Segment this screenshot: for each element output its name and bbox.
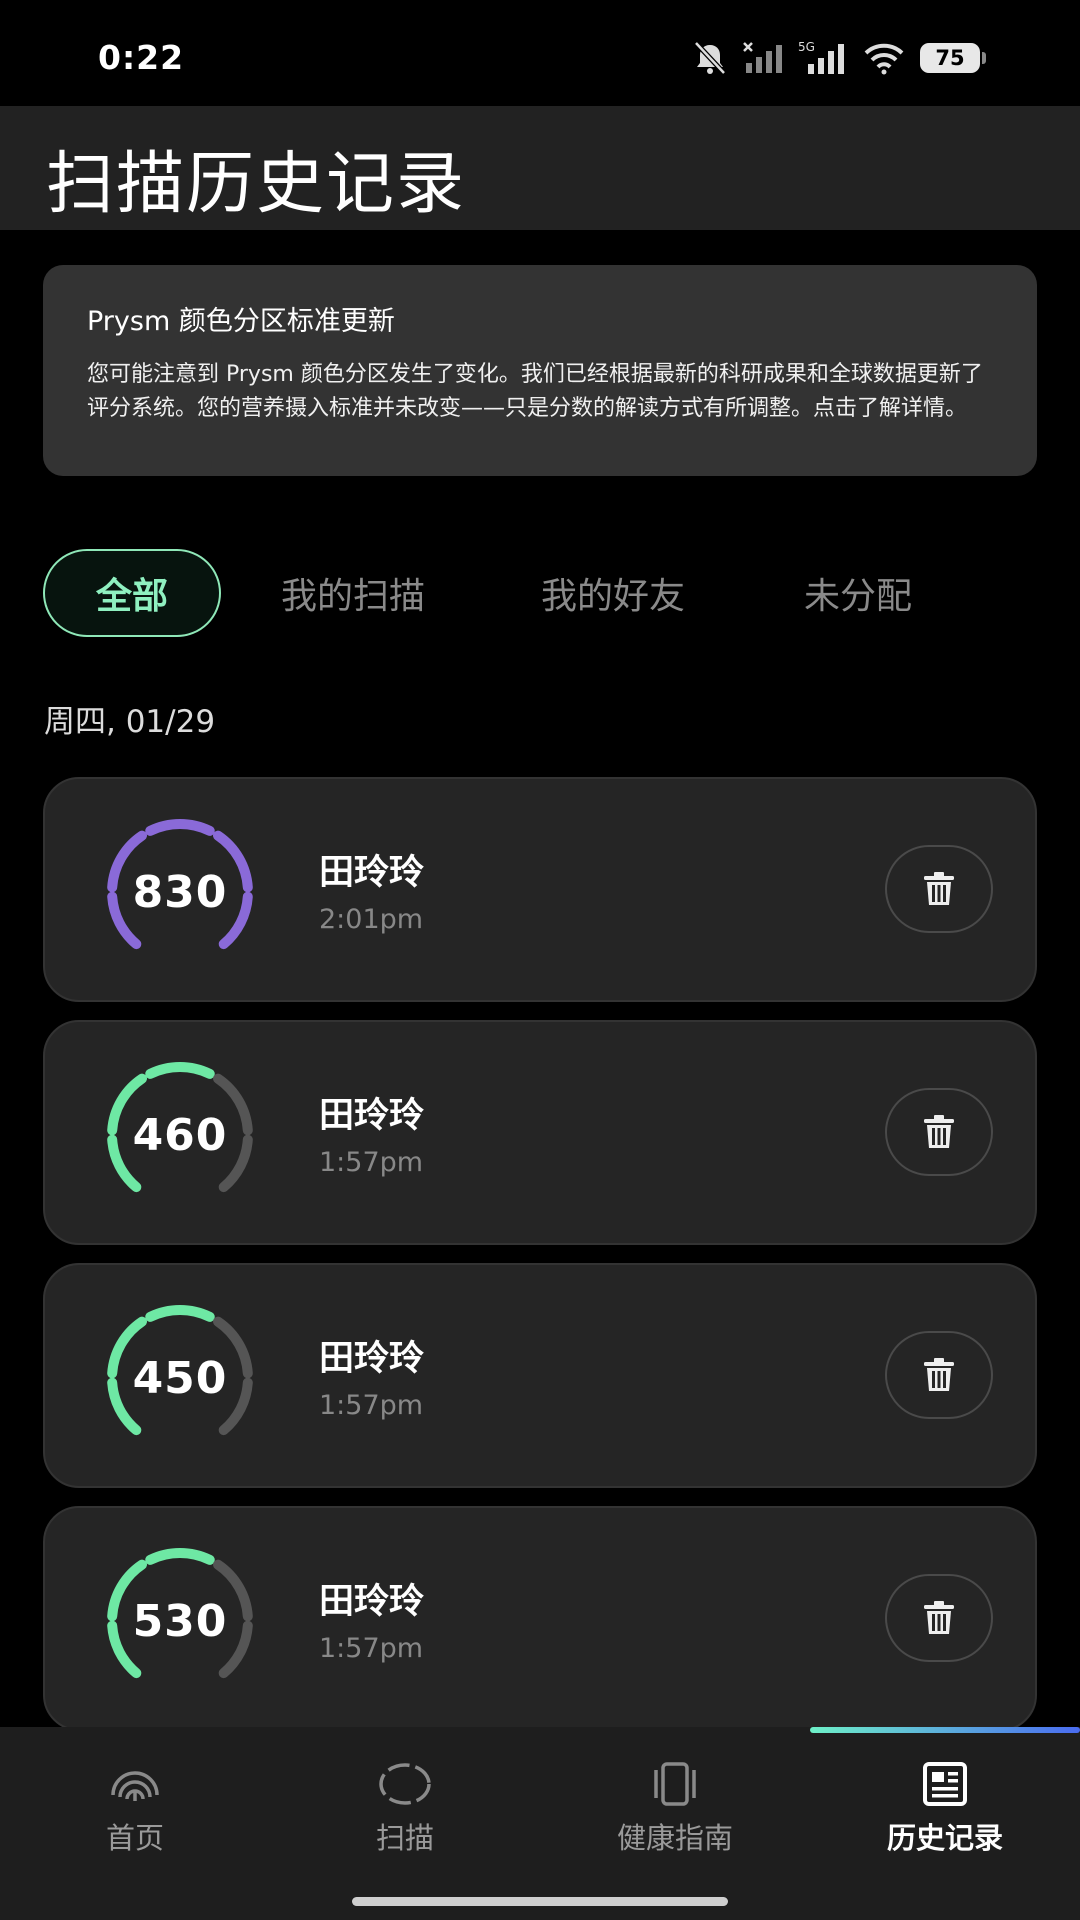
- signal-off-icon: [742, 41, 784, 75]
- delete-button[interactable]: [885, 1574, 993, 1662]
- svg-text:5G: 5G: [798, 40, 815, 54]
- scan-ring-icon: [379, 1763, 431, 1805]
- notice-body: 您可能注意到 Prysm 颜色分区发生了变化。我们已经根据最新的科研成果和全球数…: [87, 362, 983, 421]
- nav-home-label: 首页: [105, 1821, 164, 1855]
- history-icon: [923, 1762, 967, 1806]
- filter-tabs: 全部 我的扫描 我的好友 未分配: [43, 549, 1043, 637]
- status-time: 0:22: [98, 38, 185, 77]
- nav-scan[interactable]: 扫描: [270, 1761, 540, 1871]
- battery-icon: 75: [920, 43, 986, 73]
- nav-history-label: 历史记录: [886, 1821, 1003, 1855]
- scan-time: 1:57pm: [319, 1147, 424, 1178]
- scan-card[interactable]: 530 田玲玲 1:57pm: [43, 1506, 1037, 1731]
- bell-muted-icon: [692, 41, 728, 75]
- active-tab-indicator: [810, 1727, 1080, 1733]
- scan-time: 1:57pm: [319, 1633, 424, 1664]
- nav-scan-label: 扫描: [375, 1821, 434, 1855]
- date-label: 周四, 01/29: [44, 704, 216, 740]
- nav-home[interactable]: 首页: [0, 1761, 270, 1871]
- score-ring: 530: [90, 1546, 270, 1696]
- delete-button[interactable]: [885, 1088, 993, 1176]
- status-icons: 5G 75: [692, 38, 986, 78]
- scan-name: 田玲玲: [319, 1339, 425, 1379]
- home-indicator[interactable]: [352, 1897, 728, 1906]
- scan-name: 田玲玲: [319, 1096, 425, 1136]
- score-value: 530: [132, 1595, 228, 1647]
- app-header: 扫描历史记录: [0, 106, 1080, 230]
- bottom-nav: 首页 扫描 健康指南 历史记录: [0, 1727, 1080, 1920]
- trash-icon: [924, 1358, 954, 1391]
- trash-icon: [924, 1601, 954, 1634]
- scan-time: 1:57pm: [319, 1390, 424, 1421]
- tab-unassigned[interactable]: 未分配: [778, 549, 938, 637]
- page-title: 扫描历史记录: [46, 145, 467, 224]
- scan-card[interactable]: 460 田玲玲 1:57pm: [43, 1020, 1037, 1245]
- trash-icon: [924, 872, 954, 905]
- tab-all[interactable]: 全部: [43, 549, 221, 637]
- score-ring: 450: [90, 1303, 270, 1453]
- score-value: 460: [132, 1109, 228, 1161]
- color-zone-update-notice[interactable]: Prysm 颜色分区标准更新 您可能注意到 Prysm 颜色分区发生了变化。我们…: [43, 265, 1037, 476]
- score-value: 450: [132, 1352, 228, 1404]
- notice-title: Prysm 颜色分区标准更新: [87, 306, 395, 337]
- nav-health-guide[interactable]: 健康指南: [540, 1761, 810, 1871]
- delete-button[interactable]: [885, 845, 993, 933]
- score-ring: 830: [90, 817, 270, 967]
- tab-my-scans[interactable]: 我的扫描: [253, 549, 453, 637]
- guide-icon: [654, 1762, 696, 1806]
- nav-health-guide-label: 健康指南: [616, 1821, 733, 1855]
- nav-history[interactable]: 历史记录: [810, 1761, 1080, 1871]
- wifi-icon: [862, 41, 906, 75]
- trash-icon: [924, 1115, 954, 1148]
- score-ring: 460: [90, 1060, 270, 1210]
- scan-time: 2:01pm: [319, 904, 424, 935]
- delete-button[interactable]: [885, 1331, 993, 1419]
- score-value: 830: [132, 866, 228, 918]
- scan-card[interactable]: 450 田玲玲 1:57pm: [43, 1263, 1037, 1488]
- scan-card[interactable]: 830 田玲玲 2:01pm: [43, 777, 1037, 1002]
- signal-5g-icon: 5G: [798, 40, 848, 76]
- scan-name: 田玲玲: [319, 1582, 425, 1622]
- tab-my-friends[interactable]: 我的好友: [513, 549, 713, 637]
- fingerprint-icon: [111, 1771, 159, 1801]
- scan-name: 田玲玲: [319, 853, 425, 893]
- screen: 0:22 5G 75 扫描历史记录 Prysm 颜色分区标准更新 您可能注意到 …: [0, 0, 1080, 1920]
- status-bar: 0:22 5G 75: [0, 0, 1080, 106]
